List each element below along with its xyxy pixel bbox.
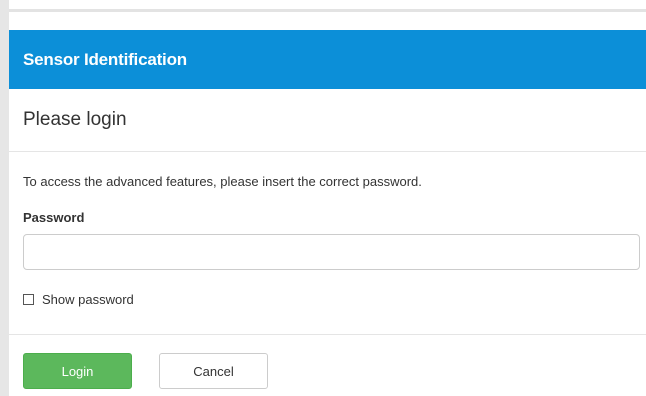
password-label: Password xyxy=(23,210,85,225)
dialog-footer: Login Cancel xyxy=(9,335,646,396)
intro-text: To access the advanced features, please … xyxy=(23,174,422,189)
top-border xyxy=(0,0,646,12)
show-password-checkbox[interactable] xyxy=(23,294,34,305)
panel-title: Sensor Identification xyxy=(23,50,187,69)
dialog-body: To access the advanced features, please … xyxy=(9,152,646,335)
dialog-heading: Please login xyxy=(23,109,127,130)
left-border xyxy=(0,0,9,396)
panel-header: Sensor Identification xyxy=(9,30,646,89)
show-password-label: Show password xyxy=(42,292,134,307)
show-password-toggle[interactable]: Show password xyxy=(23,292,134,307)
cancel-button[interactable]: Cancel xyxy=(159,353,268,389)
password-input[interactable] xyxy=(23,234,640,270)
login-button[interactable]: Login xyxy=(23,353,132,389)
login-panel: Sensor Identification Please login To ac… xyxy=(9,30,646,396)
dialog-header: Please login xyxy=(9,89,646,152)
